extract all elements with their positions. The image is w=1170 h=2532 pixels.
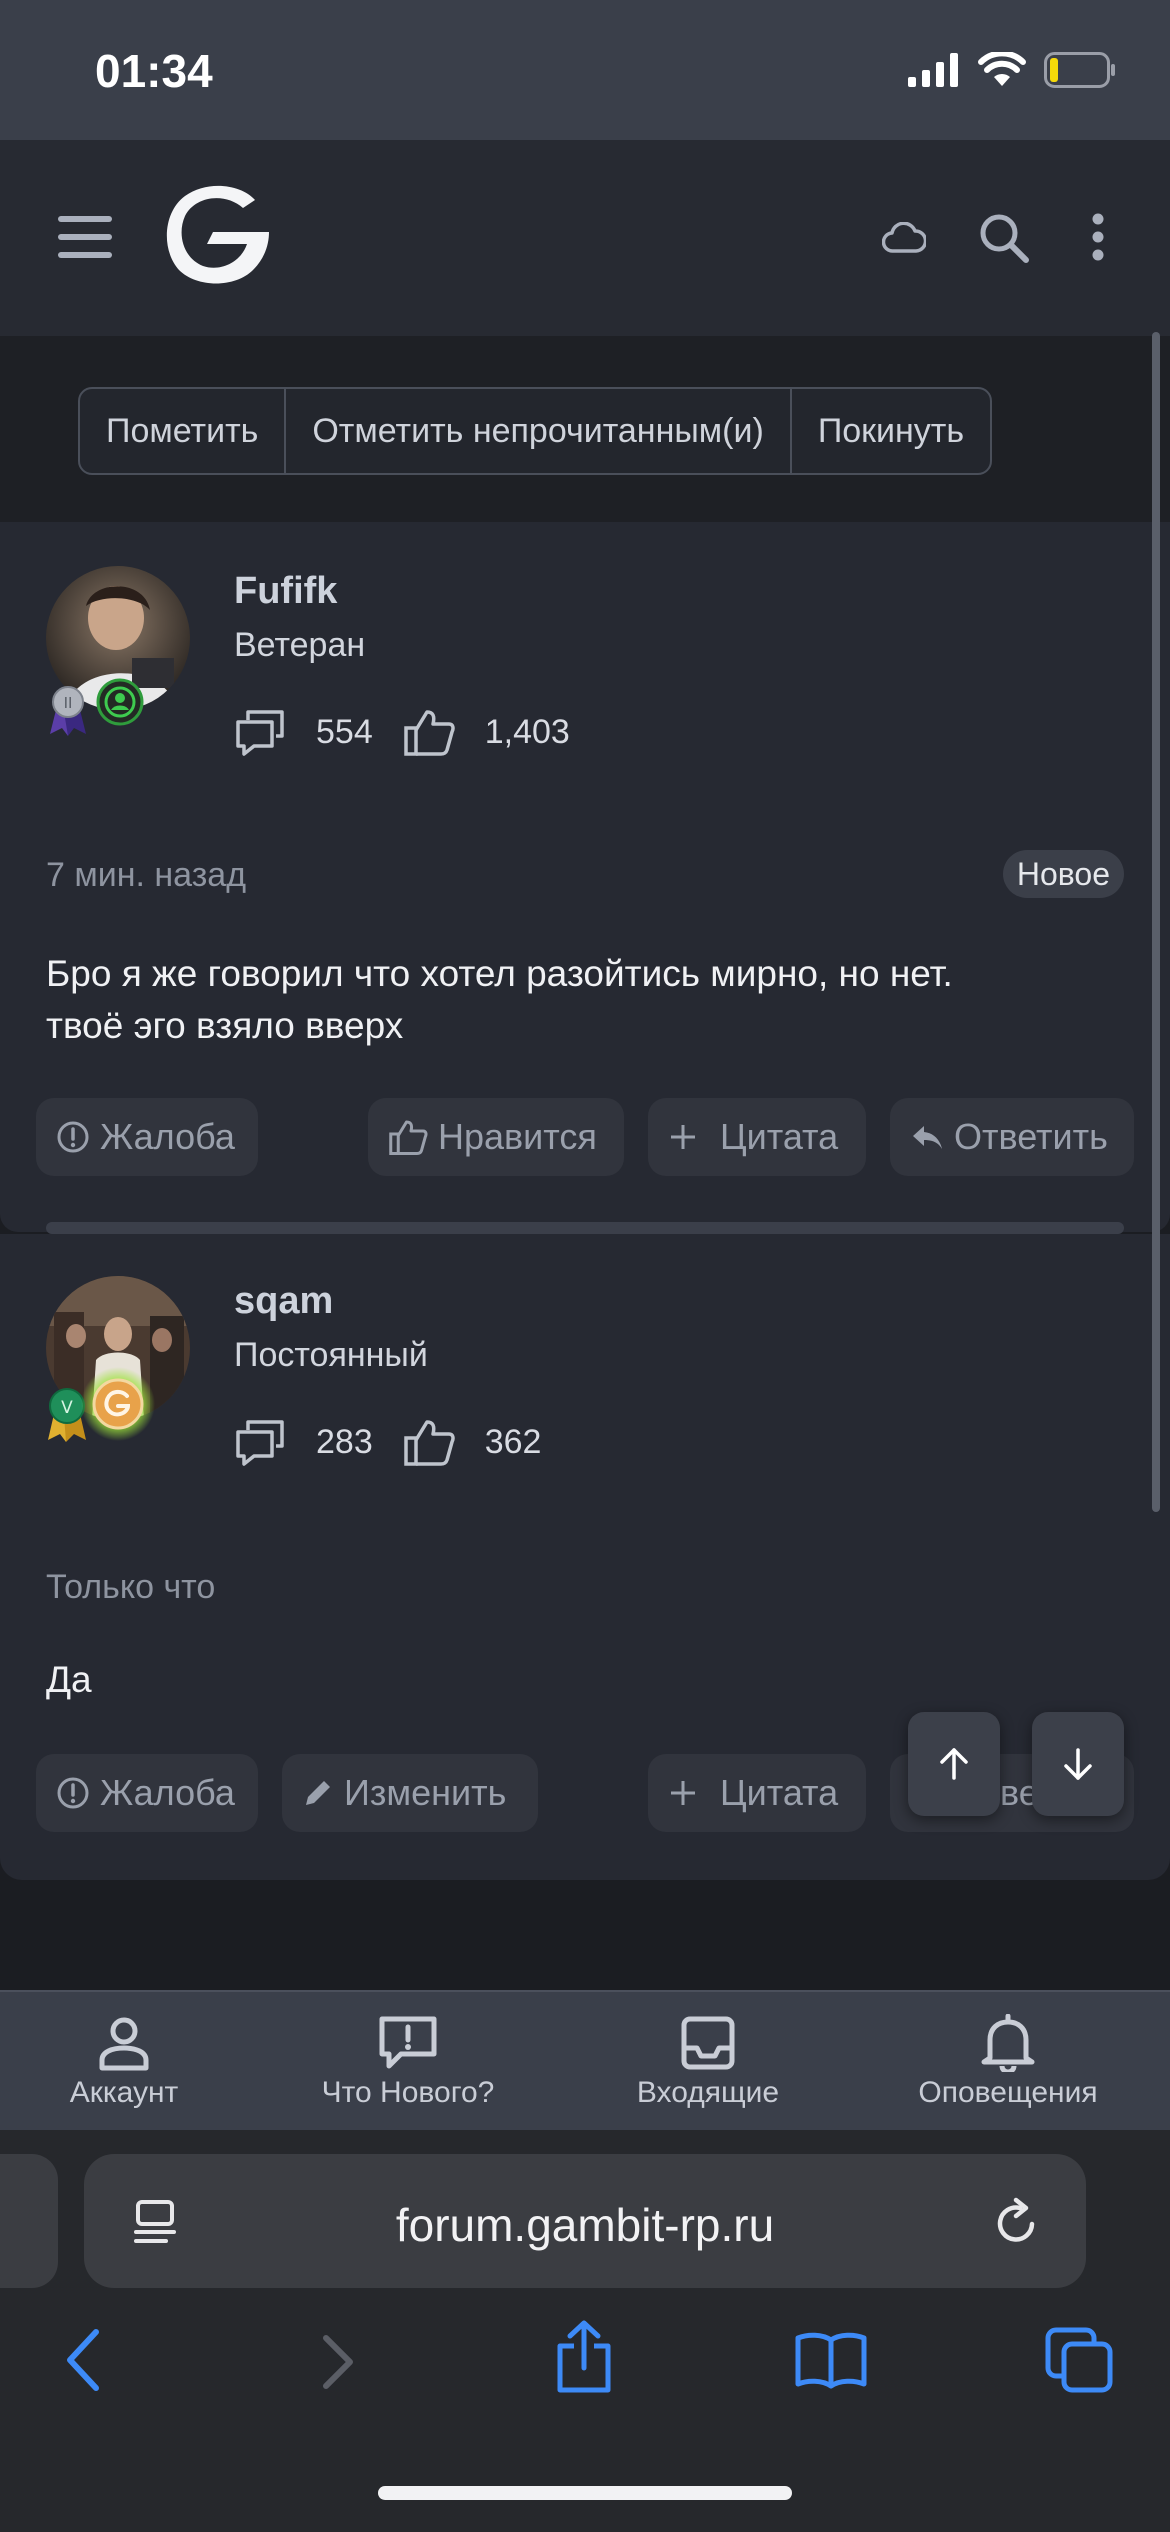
report-button[interactable]: Жалоба [36, 1754, 258, 1832]
scroll-bottom-button[interactable] [1032, 1712, 1124, 1816]
report-button[interactable]: Жалоба [36, 1098, 258, 1176]
bottom-tabbar: Аккаунт Что Нового? Входящие Оповещения [0, 1990, 1170, 2130]
thread-actions: Пометить Отметить непрочитанным(и) Покин… [0, 336, 1170, 522]
gambit-status-icon [81, 1367, 155, 1441]
forward-icon[interactable] [320, 2334, 356, 2390]
post-divider [46, 1222, 1124, 1234]
tab-label: Входящие [636, 2076, 780, 2109]
alert-message-icon [379, 2016, 437, 2069]
reply-button[interactable]: Ответить [890, 1098, 1134, 1176]
bell-icon [981, 2014, 1035, 2072]
post-time[interactable]: 7 мин. назад [46, 856, 246, 895]
cellular-signal-icon [908, 53, 958, 87]
tab-notifications[interactable]: Оповещения [878, 2014, 1138, 2110]
quote-button[interactable]: Цитата [648, 1754, 866, 1832]
post-time[interactable]: Только что [46, 1568, 215, 1607]
user-stats: 554 1,403 [234, 708, 600, 756]
messages-count: 283 [316, 1422, 373, 1461]
quote-label: Цитата [720, 1116, 839, 1157]
arrow-down-icon [1064, 1748, 1092, 1780]
username[interactable]: Fufifk [234, 570, 337, 613]
likes-icon [403, 1420, 455, 1466]
post-message: Да [46, 1659, 92, 1700]
gambit-logo[interactable] [155, 178, 275, 290]
report-label: Жалоба [100, 1116, 235, 1157]
user-role: Постоянный [234, 1336, 428, 1374]
reload-icon[interactable] [992, 2196, 1042, 2248]
user-role: Ветеран [234, 626, 366, 664]
username[interactable]: sqam [234, 1280, 333, 1323]
likes-count: 362 [484, 1422, 542, 1461]
svg-text:V: V [61, 1398, 73, 1418]
status-bar: 01:34 [0, 0, 1170, 140]
search-icon[interactable] [978, 212, 1030, 264]
reply-icon [913, 1126, 942, 1149]
more-vertical-icon[interactable] [1090, 212, 1106, 262]
cloud-icon[interactable] [882, 222, 926, 254]
rank-medal-icon: II [50, 686, 86, 736]
quote-button[interactable]: Цитата [648, 1098, 866, 1176]
svg-text:II: II [64, 694, 73, 712]
thumbs-up-icon [389, 1120, 428, 1155]
tab-whats-new[interactable]: Что Нового? [278, 2014, 538, 2110]
reply-label: Ответить [954, 1116, 1108, 1157]
tab-label: Аккаунт [69, 2076, 179, 2109]
back-icon[interactable] [64, 2328, 104, 2392]
inbox-icon [681, 2016, 735, 2070]
likes-count: 1,403 [484, 712, 570, 751]
tab-label: Что Нового? [321, 2076, 495, 2109]
report-label: Жалоба [100, 1772, 235, 1813]
edit-button[interactable]: Изменить [282, 1754, 538, 1832]
home-indicator [378, 2486, 792, 2500]
plus-icon [671, 1781, 695, 1805]
like-label: Нравится [438, 1116, 597, 1157]
arrow-up-icon [940, 1748, 968, 1780]
alert-circle-icon [57, 1777, 89, 1809]
new-badge: Новое [1002, 850, 1124, 898]
previous-tab-stub[interactable] [0, 2154, 58, 2288]
edit-label: Изменить [344, 1772, 507, 1813]
scroll-top-button[interactable] [908, 1712, 1000, 1816]
tab-inbox[interactable]: Входящие [578, 2014, 838, 2110]
app-header [0, 140, 1170, 336]
address-bar[interactable]: forum.gambit-rp.ru [84, 2154, 1086, 2288]
wifi-icon [978, 52, 1026, 86]
messages-count: 554 [316, 712, 373, 751]
user-icon [99, 2017, 149, 2071]
browser-chrome: forum.gambit-rp.ru [0, 2130, 1170, 2532]
tabs-icon[interactable] [1044, 2326, 1114, 2394]
post-message-line: Бро я же говорил что хотел разойтись мир… [46, 953, 953, 994]
thread-action-group: Пометить Отметить непрочитанным(и) Покин… [78, 387, 993, 475]
page-scrollbar[interactable] [1152, 332, 1160, 1512]
url-text[interactable]: forum.gambit-rp.ru [84, 2198, 1086, 2252]
share-icon[interactable] [552, 2320, 616, 2394]
alert-circle-icon [57, 1121, 89, 1153]
post: II Fufifk Ветеран 554 1,403 7 мин. назад… [0, 522, 1170, 1232]
post-message-line: твоё эго взяло вверх [46, 1005, 404, 1046]
user-stats: 283 362 [234, 1418, 571, 1466]
like-button[interactable]: Нравится [368, 1098, 624, 1176]
post-message: Бро я же говорил что хотел разойтись мир… [46, 948, 1126, 1052]
quote-label: Цитата [720, 1772, 839, 1813]
battery-low-icon [1044, 52, 1115, 88]
menu-icon[interactable] [58, 216, 112, 258]
tab-label: Оповещения [918, 2076, 1098, 2109]
likes-icon [403, 710, 455, 756]
leave-button[interactable]: Покинуть [792, 389, 990, 473]
pencil-icon [306, 1781, 330, 1805]
plus-icon [671, 1125, 695, 1149]
messages-icon [236, 1420, 284, 1466]
mark-unread-button[interactable]: Отметить непрочитанным(и) [286, 389, 792, 473]
messages-icon [236, 710, 284, 756]
status-icons [908, 52, 1116, 88]
mark-button[interactable]: Пометить [80, 389, 287, 473]
user-status-icon [96, 678, 144, 726]
tab-account[interactable]: Аккаунт [0, 2014, 254, 2110]
status-time: 01:34 [95, 45, 213, 97]
bookmarks-icon[interactable] [794, 2330, 868, 2390]
